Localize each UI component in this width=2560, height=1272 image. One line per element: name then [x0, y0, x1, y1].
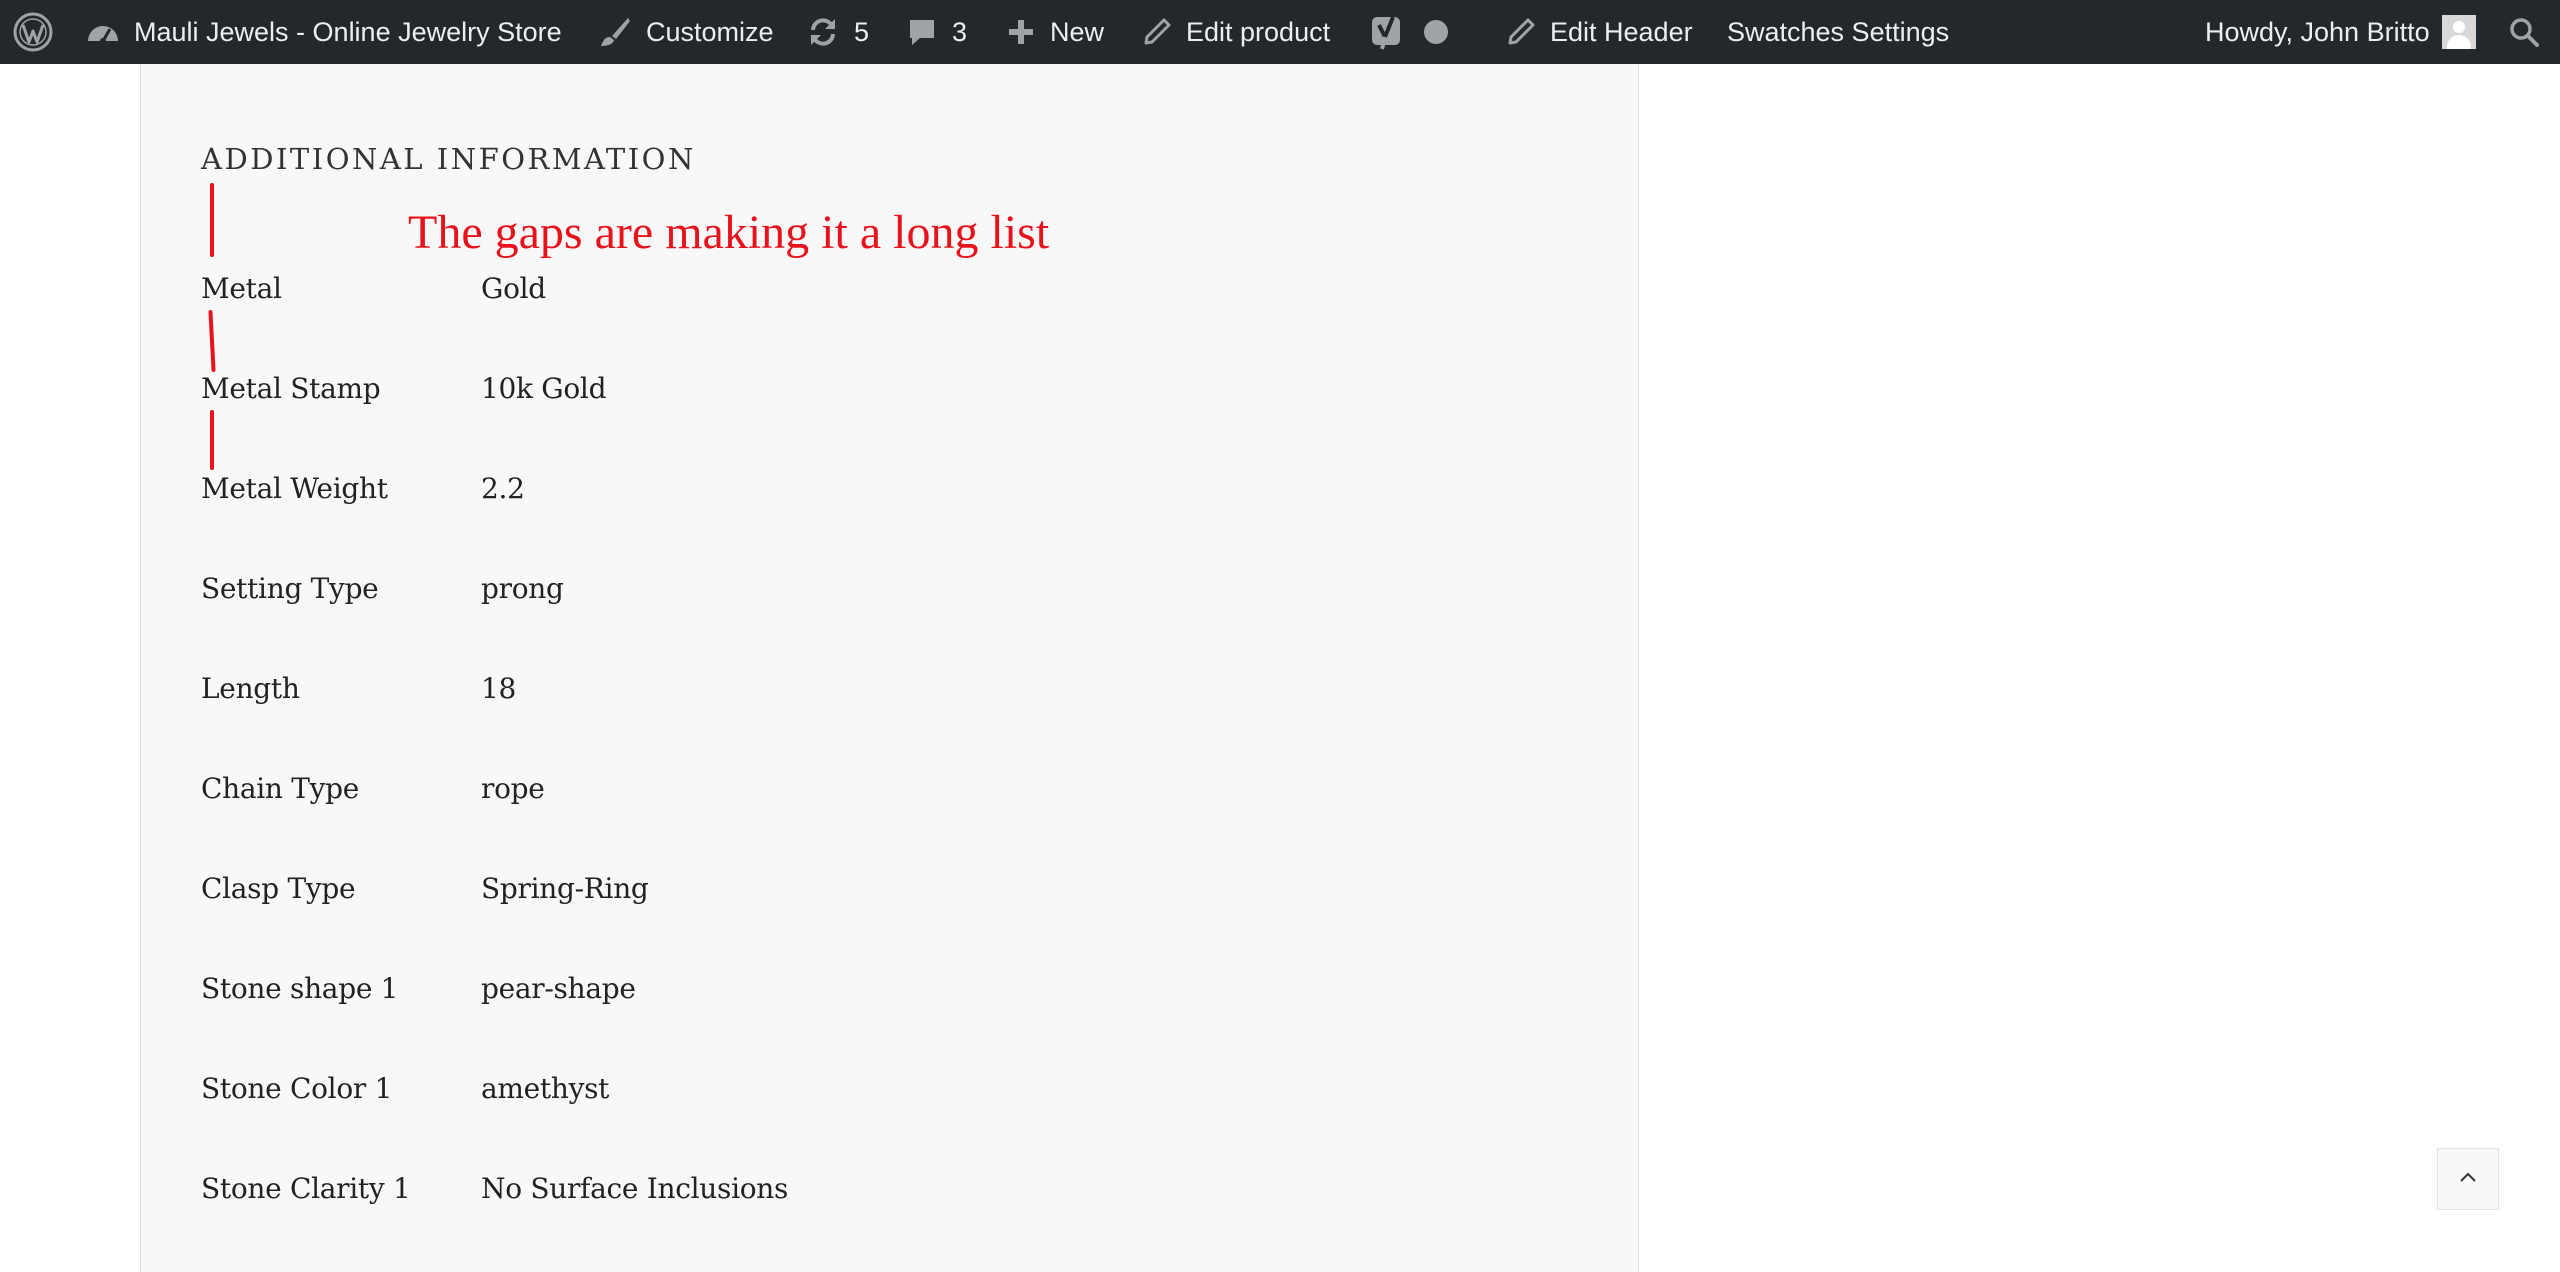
attribute-value: amethyst [481, 1072, 610, 1105]
wordpress-logo-button[interactable] [12, 0, 54, 64]
yoast-seo-button[interactable] [1370, 0, 1448, 64]
attribute-value: 18 [481, 672, 517, 705]
attribute-label: Length [201, 672, 300, 705]
attribute-value: Spring-Ring [481, 872, 649, 905]
annotation-line [210, 410, 214, 470]
paintbrush-icon [598, 15, 632, 49]
annotation-line [210, 183, 214, 257]
swatches-settings-label: Swatches Settings [1727, 16, 1950, 47]
search-icon [2508, 16, 2540, 48]
updates-button[interactable]: 5 [806, 0, 869, 64]
wordpress-icon [12, 11, 54, 53]
pencil-icon [1142, 17, 1172, 47]
edit-product-button[interactable]: Edit product [1142, 0, 1330, 64]
avatar [2441, 15, 2476, 49]
annotation-text: The gaps are making it a long list [408, 206, 1050, 259]
attribute-value: Gold [481, 272, 546, 305]
comments-button[interactable]: 3 [906, 0, 967, 64]
attribute-label: Stone Color 1 [201, 1072, 393, 1105]
attribute-label: Chain Type [201, 772, 360, 805]
howdy-label: Howdy, John Britto [2205, 16, 2430, 47]
edit-header-label: Edit Header [1550, 16, 1693, 47]
yoast-icon [1370, 13, 1404, 51]
site-name-label: Mauli Jewels - Online Jewelry Store [134, 16, 562, 47]
chevron-up-icon [2459, 1170, 2477, 1188]
edit-product-label: Edit product [1186, 16, 1331, 47]
attribute-label: Metal Weight [201, 472, 388, 505]
edit-header-button[interactable]: Edit Header [1506, 0, 1693, 64]
seo-status-dot-icon [1424, 20, 1448, 44]
attribute-label: Stone shape 1 [201, 972, 399, 1005]
plus-icon [1006, 17, 1036, 47]
attribute-value: No Surface Inclusions [481, 1172, 789, 1205]
comments-count: 3 [952, 16, 968, 47]
customize-button[interactable]: Customize [598, 0, 774, 64]
back-to-top-button[interactable] [2437, 1148, 2499, 1210]
search-button[interactable] [2508, 0, 2540, 64]
user-account-menu[interactable]: Howdy, John Britto [2205, 0, 2476, 64]
new-label: New [1050, 16, 1105, 47]
new-content-button[interactable]: New [1006, 0, 1104, 64]
attribute-label: Stone Clarity 1 [201, 1172, 411, 1205]
updates-refresh-icon [806, 15, 840, 49]
swatches-settings-button[interactable]: Swatches Settings [1727, 0, 1949, 64]
updates-count: 5 [854, 16, 870, 47]
attribute-label: Clasp Type [201, 872, 356, 905]
attribute-label: Setting Type [201, 572, 379, 605]
customize-label: Customize [646, 16, 774, 47]
attribute-label: Metal Stamp [201, 372, 381, 405]
attribute-value: 10k Gold [481, 372, 607, 405]
attribute-label: Metal [201, 272, 282, 305]
comment-bubble-icon [906, 16, 938, 48]
section-title: ADDITIONAL INFORMATION [201, 142, 696, 176]
attribute-value: prong [481, 572, 564, 605]
admin-bar: Mauli Jewels - Online Jewelry Store Cust… [0, 0, 2560, 64]
attribute-value: 2.2 [481, 472, 525, 505]
attribute-value: rope [481, 772, 545, 805]
pencil-icon [1506, 17, 1536, 47]
attribute-value: pear-shape [481, 972, 636, 1005]
site-name-menu[interactable]: Mauli Jewels - Online Jewelry Store [86, 0, 562, 64]
dashboard-icon [86, 17, 120, 47]
